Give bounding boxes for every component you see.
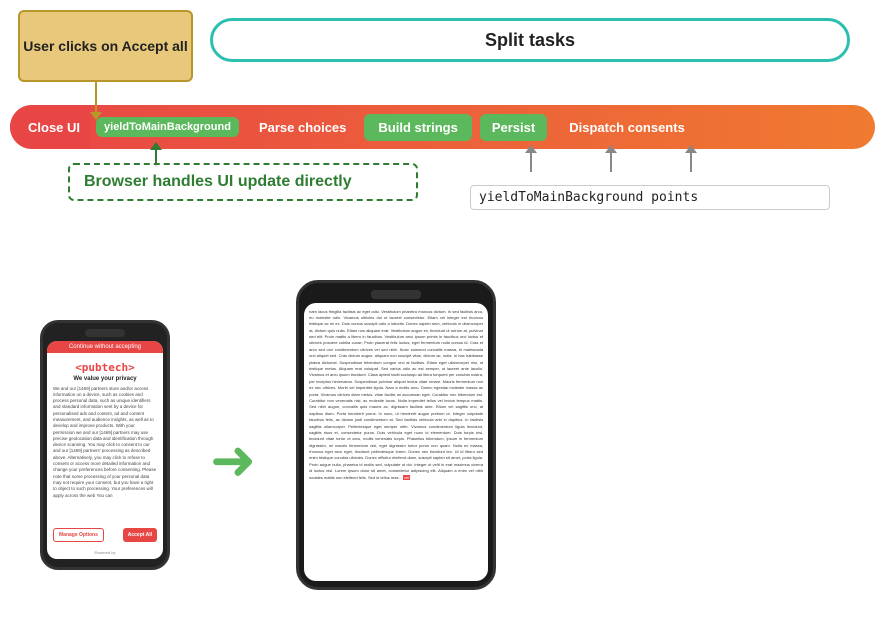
phone-left-screen: Continue without accepting <pubtech> We …: [47, 341, 163, 559]
phone-buttons: Manage Options Accept All: [47, 522, 163, 548]
arrow-down-left: [95, 82, 97, 112]
manage-options-button[interactable]: Manage Options: [53, 528, 104, 542]
yield-points-label: yieldToMainBackground points: [470, 185, 830, 210]
phone-tagline: We value your privacy: [73, 376, 136, 382]
phone-left: Continue without accepting <pubtech> We …: [40, 320, 170, 570]
phone-right-notch: [371, 290, 421, 299]
yield-arrow-2: [610, 152, 612, 172]
persist-chip: Persist: [480, 114, 547, 141]
dispatch-segment: Dispatch consents: [555, 120, 699, 135]
split-tasks-pill: Split tasks: [210, 18, 850, 62]
phone-right-screen: nam lacus fringilla facilisis ac eget od…: [304, 303, 488, 581]
user-clicks-box: User clicks on Accept all: [18, 10, 193, 82]
right-arrow-icon: ➜: [210, 428, 256, 492]
user-clicks-label: User clicks on Accept all: [23, 38, 187, 54]
phone-logo: <pubtech>: [75, 361, 135, 374]
yield1-chip: yieldToMainBackground: [96, 117, 239, 137]
phone-right: nam lacus fringilla facilisis ac eget od…: [296, 280, 496, 590]
yield1-segment: yieldToMainBackground: [90, 105, 245, 149]
accept-all-button[interactable]: Accept All: [123, 528, 157, 542]
pipeline-bar: Close UI yieldToMainBackground Parse cho…: [10, 105, 875, 149]
yield-arrow-1: [530, 152, 532, 172]
diagram-area: User clicks on Accept all Split tasks Cl…: [0, 0, 888, 260]
browser-handles-label: Browser handles UI update directly: [68, 163, 418, 201]
parse-choices-segment: Parse choices: [245, 105, 360, 149]
phone-left-notch: [85, 329, 125, 337]
phone-banner: Continue without accepting: [47, 341, 163, 353]
phone-powered: Powered by: [94, 548, 115, 559]
build-strings-chip: Build strings: [364, 114, 471, 141]
phone-body-text: We and our [1469] partners store and/or …: [47, 386, 163, 522]
close-ui-segment: Close UI: [10, 105, 90, 149]
lorem-text: nam lacus fringilla facilisis ac eget od…: [309, 309, 483, 482]
phones-area: Continue without accepting <pubtech> We …: [0, 270, 888, 619]
yield-arrow-3: [690, 152, 692, 172]
